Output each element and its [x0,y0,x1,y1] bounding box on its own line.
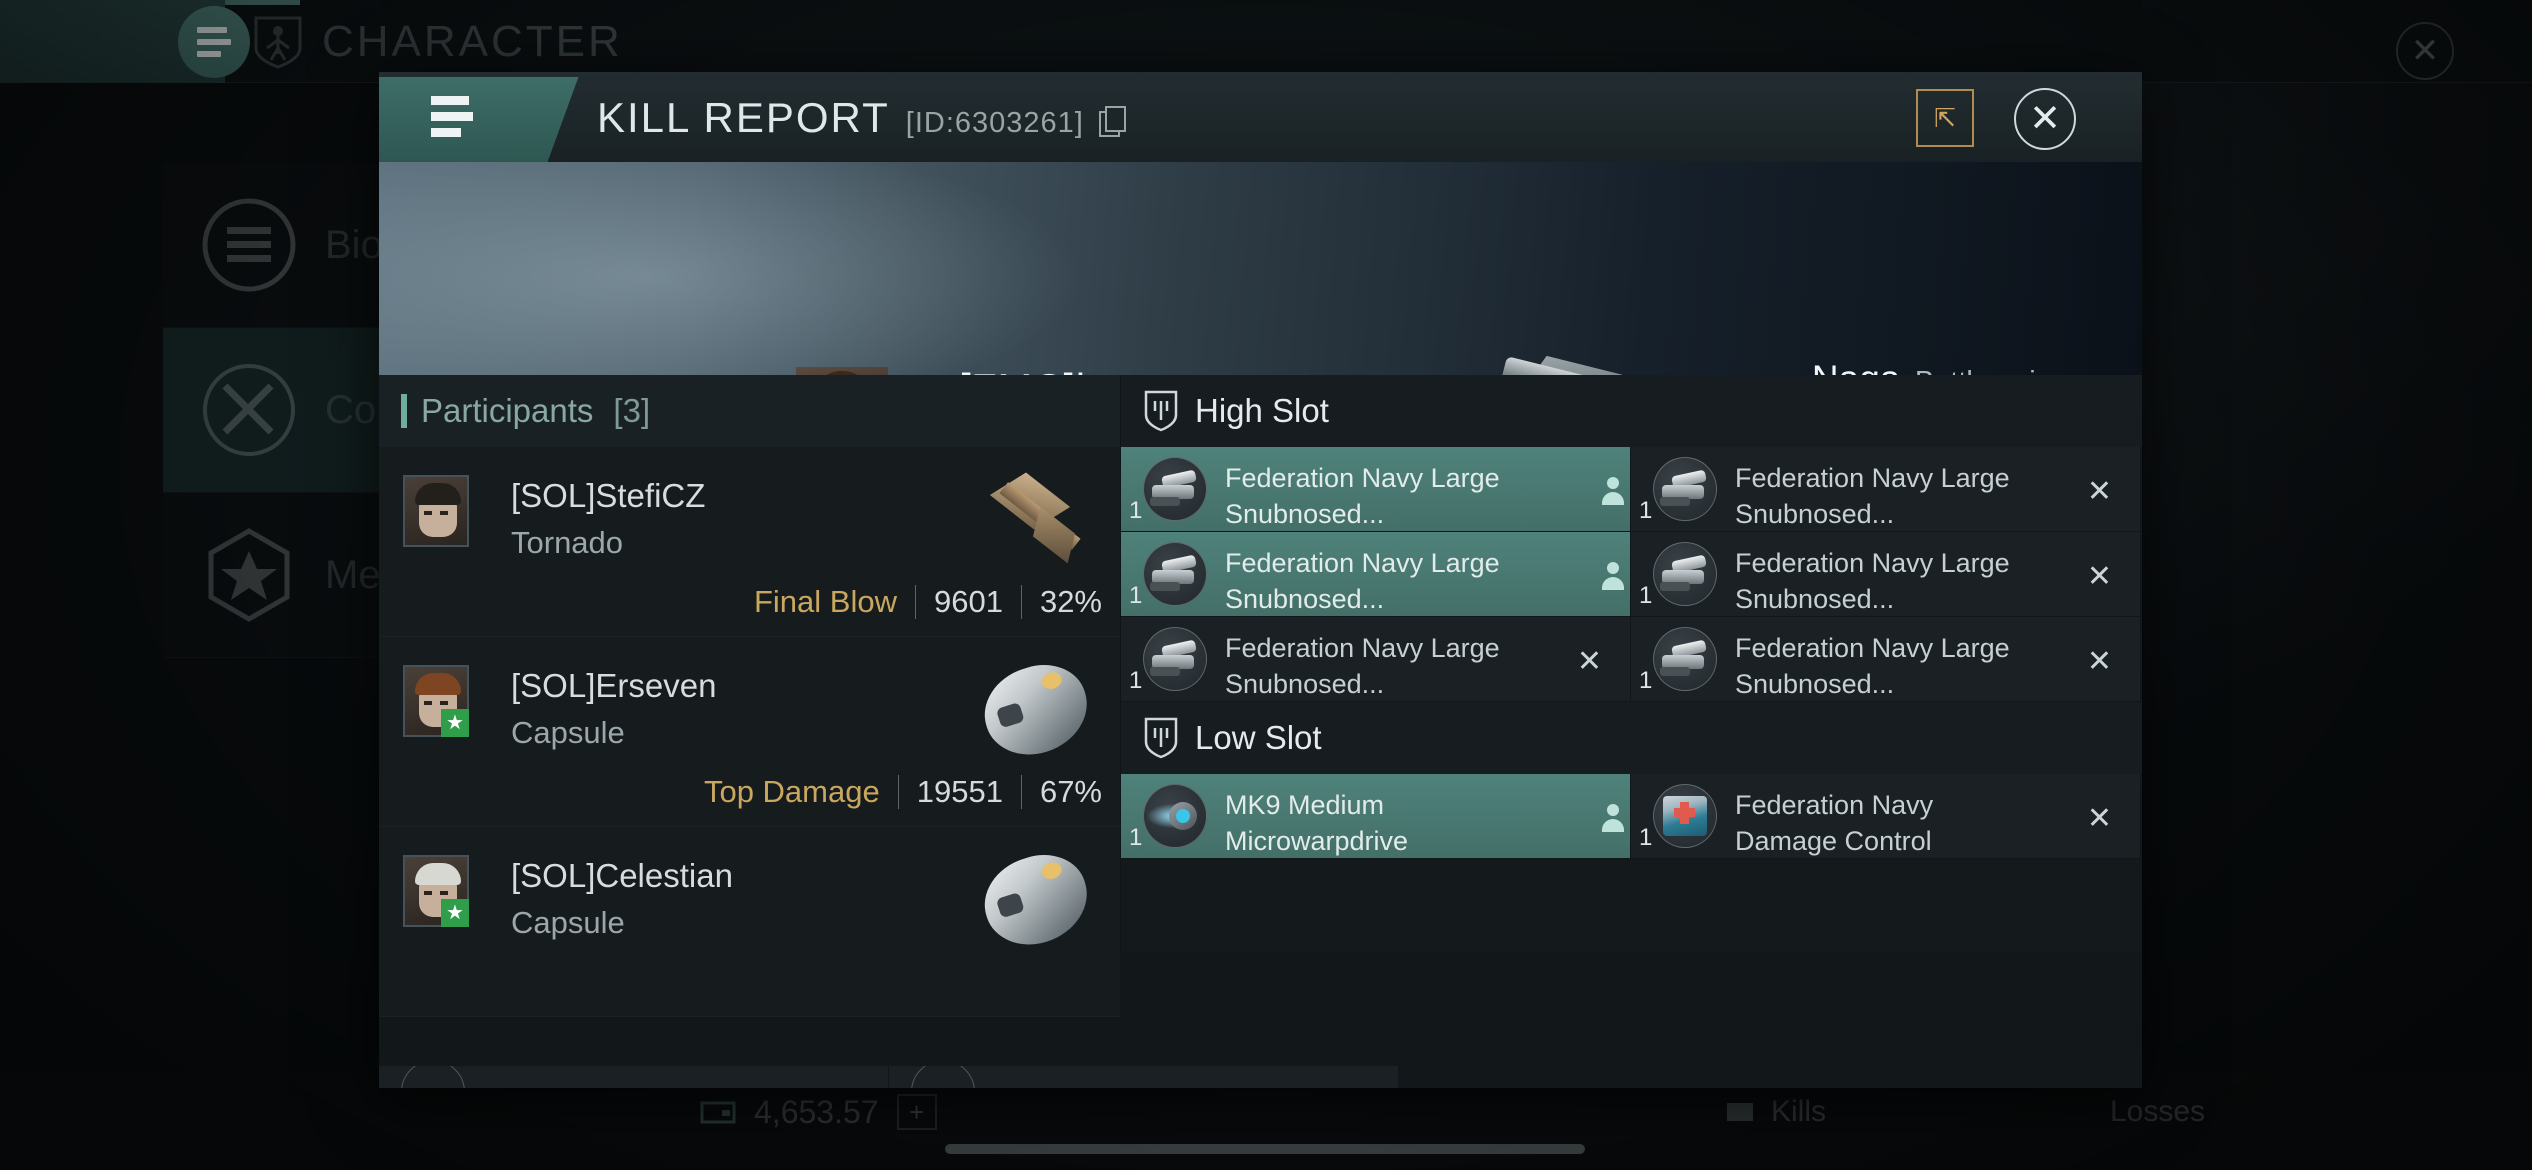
participant-ship: Capsule [511,715,625,750]
participant-damage: 19551 [916,774,1003,809]
module-cell[interactable]: 1 Federation Navy Large Snubnosed... ✕ [1631,447,2141,532]
victim-name: [FMC]iamsnowy [959,365,1267,375]
participant-ship-thumb [973,653,1099,767]
avatar [403,475,469,547]
page-title: KILL REPORT [597,94,890,141]
module-name: Federation Navy Large Snubnosed... [1225,463,1500,529]
avatar: ★ [403,665,469,737]
module-cell[interactable]: 1 Federation Navy Large Snubnosed... ✕ [1631,532,2141,617]
copy-icon[interactable] [1098,106,1126,137]
turret-icon [1653,457,1717,521]
module-quantity: 1 [1639,667,1653,694]
participant-percent: 32% [1039,584,1102,619]
high-slot-title: High Slot [1195,392,1329,429]
kill-report-modal: KILL REPORT [ID:6303261] ⇱ ✕ [FMC]iamsno… [379,72,2142,1088]
victim-banner: [FMC]iamsnowy Warp Scramble Strength: 0 … [379,162,2142,375]
module-quantity: 1 [1129,824,1143,851]
turret-icon [1143,542,1207,606]
module-cell[interactable]: 1 Federation Navy Large Snubnosed... [1121,447,1631,532]
module-quantity: 1 [1129,497,1143,524]
victim-ship-name: Naga [1812,358,1900,375]
banner-nebula [379,162,1099,375]
participants-pane: Participants [3] [SOL]StefiCZ Tornado Fi… [379,375,1121,1017]
participant-percent: 67% [1039,774,1102,809]
share-external-icon[interactable]: ⇱ [1916,89,1974,147]
participant-row[interactable]: ★ [SOL]Celestian Capsule [379,827,1120,1017]
close-icon[interactable]: ✕ [2087,562,2112,592]
module-name: Federation Navy Large Snubnosed... [1225,633,1500,699]
participants-header: Participants [3] [379,375,1120,447]
participants-count: [3] [613,392,651,429]
hamburger-icon[interactable] [431,96,473,137]
module-name: Federation Navy Large Snubnosed... [1225,548,1500,614]
participant-name: [SOL]StefiCZ [511,477,706,514]
star-badge: ★ [441,709,469,737]
module-name: Federation Navy Large Snubnosed... [1735,633,2010,699]
low-slot-title: Low Slot [1195,719,1322,756]
kill-report-id: [ID:6303261] [905,102,1126,140]
kill-report-title-group: KILL REPORT [ID:6303261] [597,94,1126,142]
participant-ship-thumb [976,469,1096,573]
fitting-pane: High Slot 1 Federation Navy Large Snubno… [379,375,2142,1088]
slot-shield-icon [1143,716,1179,760]
participant-damage: 9601 [933,584,1003,619]
participant-tag: Top Damage [703,774,880,809]
module-cell[interactable]: 1 Federation Navy Large Snubnosed... ✕ [1121,617,1631,702]
high-slot-header: High Slot [1121,375,2142,447]
participant-stats: Final Blow 9601 32% [754,584,1102,620]
module-name: Federation Navy Large Snubnosed... [1735,463,2010,529]
avatar: ★ [403,855,469,927]
victim-ship-class: Battlecruiser [1915,366,2076,375]
participant-row[interactable]: [SOL]StefiCZ Tornado Final Blow 9601 32% [379,447,1120,637]
module-quantity: 1 [1639,582,1653,609]
participant-stats: Top Damage 19551 67% [704,774,1102,810]
low-slot-header: Low Slot [1121,702,2142,774]
participant-name: [SOL]Erseven [511,667,717,704]
module-quantity: 1 [1639,497,1653,524]
module-name: MK9 Medium Microwarpdrive [1225,790,1409,856]
module-quantity: 1 [1129,667,1143,694]
victim-avatar[interactable] [796,367,888,375]
close-icon[interactable]: ✕ [2014,88,2076,150]
high-slot-modules: 1 Federation Navy Large Snubnosed... 1 F… [1121,447,2142,702]
victim-ship-render [1469,340,1829,375]
kill-report-id-text: [ID:6303261] [905,107,1084,139]
module-name: Federation Navy Damage Control [1735,790,1934,856]
kill-report-header: KILL REPORT [ID:6303261] ⇱ ✕ [379,72,2142,162]
victim-ship-info: Naga Battlecruiser [1812,358,2076,375]
module-cell[interactable]: 1 Federation Navy Damage Control ✕ [1631,774,2141,859]
participant-ship-thumb [973,843,1099,957]
turret-icon [1653,542,1717,606]
low-slot-modules: 1 MK9 Medium Microwarpdrive 1 Federation… [1121,774,2142,859]
partially-visible-row [379,1066,1400,1088]
participant-name: [SOL]Celestian [511,857,733,894]
participant-row[interactable]: ★ [SOL]Erseven Capsule Top Damage 19551 … [379,637,1120,827]
close-icon[interactable]: ✕ [2087,477,2112,507]
close-icon[interactable]: ✕ [2087,804,2112,834]
turret-icon [1653,627,1717,691]
damage-control-icon [1653,784,1717,848]
turret-icon [1143,627,1207,691]
participants-accent-bar [401,394,407,428]
participant-tag: Final Blow [753,584,897,619]
kill-report-body: Participants [3] [SOL]StefiCZ Tornado Fi… [379,375,2142,1088]
participants-title: Participants [421,392,594,429]
module-quantity: 1 [1639,824,1653,851]
app-root: CHARACTER ✕ Bio Co [0,0,2532,1170]
module-cell[interactable]: 1 Federation Navy Large Snubnosed... [1121,532,1631,617]
module-quantity: 1 [1129,582,1143,609]
close-icon[interactable]: ✕ [2087,647,2112,677]
module-cell[interactable]: 1 MK9 Medium Microwarpdrive [1121,774,1631,859]
participant-ship: Tornado [511,525,624,560]
participant-ship: Capsule [511,905,625,940]
slot-shield-icon [1143,389,1179,433]
close-icon[interactable]: ✕ [1577,647,1602,677]
star-badge: ★ [441,899,469,927]
turret-icon [1143,457,1207,521]
microwarpdrive-icon [1143,784,1207,848]
module-name: Federation Navy Large Snubnosed... [1735,548,2010,614]
module-cell[interactable]: 1 Federation Navy Large Snubnosed... ✕ [1631,617,2141,702]
